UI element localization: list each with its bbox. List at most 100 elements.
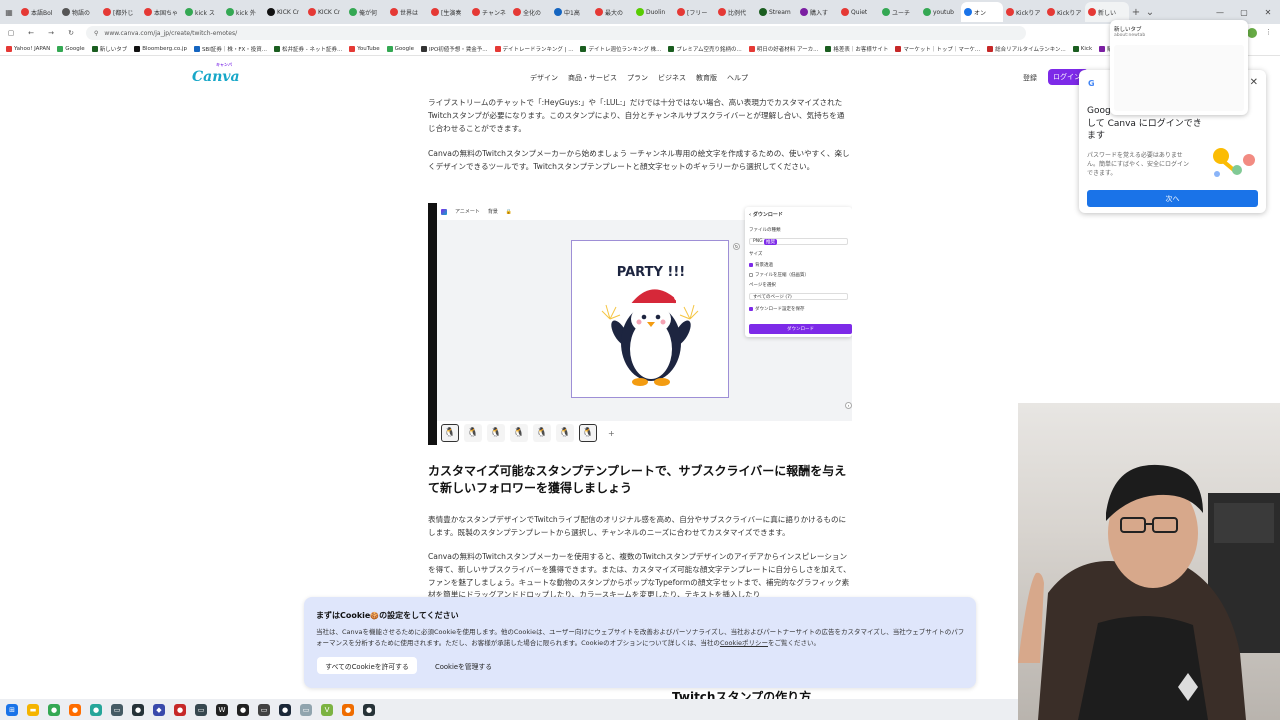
bookmark-label: マーケット｜トップ｜マーケ...	[903, 46, 981, 53]
browser-tab[interactable]: [都外じ	[100, 2, 141, 22]
browser-tab[interactable]: チャンネ	[469, 2, 510, 22]
bookmark-item[interactable]: プレミアム空売り銘柄の...	[668, 45, 742, 53]
nav-item[interactable]: プラン	[627, 73, 648, 83]
browser-tab[interactable]: kick ス	[182, 2, 223, 22]
app-icon[interactable]: ▭	[111, 703, 123, 716]
nav-item-label: 教育版	[696, 74, 717, 82]
webcam-overlay	[1018, 403, 1280, 720]
browser-tab[interactable]: KICK Cr	[264, 2, 305, 22]
tab-search-icon[interactable]: ▦	[0, 0, 18, 24]
section-heading: カスタマイズ可能なスタンプテンプレートで、サブスクライバーに報酬を与えて新しいフ…	[428, 464, 847, 495]
app-icon[interactable]: ●	[342, 703, 354, 716]
bookmark-item[interactable]: YouTube	[349, 45, 380, 52]
browser-tab[interactable]: KICK Cr	[305, 2, 346, 22]
nav-item[interactable]: デザイン	[530, 73, 558, 83]
app-icon[interactable]: ◆	[153, 703, 165, 716]
bookmark-item[interactable]: Yahoo! JAPAN	[6, 45, 50, 52]
browser-tab[interactable]: 新しい	[1085, 2, 1129, 22]
browser-tab[interactable]: 本語Bol	[18, 2, 59, 22]
site-info-icon[interactable]: ⚲	[94, 30, 98, 37]
tab-dropdown-icon[interactable]: ⌄	[1143, 7, 1157, 18]
bookmark-item[interactable]: 新しいタブ	[91, 45, 127, 53]
browser-tab[interactable]: 俺が何	[346, 2, 387, 22]
app-icon[interactable]: ●	[174, 703, 186, 716]
nav-item[interactable]: ヘルプ	[727, 73, 748, 83]
nav-item[interactable]: 教育版	[696, 73, 717, 83]
browser-tab[interactable]: 最大の	[592, 2, 633, 22]
bookmark-item[interactable]: 松井証券 - ネット証券...	[274, 45, 342, 53]
firefox-icon[interactable]: ●	[69, 703, 81, 716]
browser-tab[interactable]: Stream	[756, 2, 797, 22]
tab-favicon-icon	[923, 8, 931, 16]
cookie-policy-link[interactable]: Cookieポリシー	[720, 639, 768, 647]
nav-item-label: ビジネス	[658, 74, 686, 82]
browser-tab[interactable]: youtub	[920, 2, 961, 22]
bookmark-item[interactable]: SBI証券｜株・FX・投資...	[193, 45, 267, 53]
browser-tab[interactable]: 比例代	[715, 2, 756, 22]
browser-tab[interactable]: Quiet	[838, 2, 879, 22]
bookmark-item[interactable]: 総合リアルタイムランキン...	[987, 45, 1066, 53]
nav-item[interactable]: 商品・サービス	[568, 73, 617, 83]
browser-tab[interactable]: Kickりア	[1003, 2, 1044, 22]
bookmark-item[interactable]: 格差表｜お客様サイト	[825, 45, 888, 53]
bookmark-item[interactable]: Google	[57, 45, 85, 52]
start-icon[interactable]: ⊞	[6, 703, 18, 716]
tab-title: 世界は	[400, 9, 419, 17]
browser-tab[interactable]: ユーチ	[879, 2, 920, 22]
app-icon[interactable]: W	[216, 703, 228, 716]
browser-tab[interactable]: 全化の	[510, 2, 551, 22]
nav-item[interactable]: ビジネス	[658, 73, 686, 83]
tab-title: Kickりア	[1016, 9, 1041, 17]
bookmark-item[interactable]: マーケット｜トップ｜マーケ...	[895, 45, 980, 53]
tab-favicon-icon	[226, 8, 234, 16]
signup-link[interactable]: 登録	[1023, 73, 1037, 83]
edge-icon[interactable]: ●	[90, 703, 102, 716]
manage-cookies-button[interactable]: Cookieを管理する	[426, 657, 501, 674]
address-bar[interactable]: ⚲ www.canva.com/ja_jp/create/twitch-emot…	[86, 26, 1026, 40]
canva-logo[interactable]: Canva キャンバ	[192, 62, 240, 85]
bookmark-item[interactable]: Google	[386, 45, 414, 52]
close-icon[interactable]: ✕	[1250, 77, 1258, 88]
new-tab-button[interactable]: +	[1129, 7, 1143, 18]
steam-icon[interactable]: ●	[279, 703, 291, 716]
browser-tab[interactable]: オン	[961, 2, 1003, 22]
close-window-icon[interactable]: ✕	[1256, 0, 1280, 24]
browser-tab[interactable]: Kickりア	[1044, 2, 1085, 22]
forward-icon[interactable]: →	[46, 29, 56, 37]
browser-tab[interactable]: 中1高	[551, 2, 592, 22]
app-icon[interactable]: V	[321, 703, 333, 716]
menu-icon[interactable]: ⋮	[1265, 28, 1272, 38]
browser-tab[interactable]: kick 外	[223, 2, 264, 22]
size-label: サイズ	[749, 252, 763, 257]
bookmark-item[interactable]: Kick	[1072, 45, 1092, 52]
sidebar-toggle-icon[interactable]: ▢	[6, 29, 16, 37]
browser-tab[interactable]: 物語の	[59, 2, 100, 22]
bookmark-item[interactable]: IPO初値予想・賃金予...	[421, 45, 488, 53]
browser-tab[interactable]: 購入す	[797, 2, 838, 22]
browser-tab[interactable]: [生演奏	[428, 2, 469, 22]
app-icon[interactable]: ●	[132, 703, 144, 716]
back-icon[interactable]: ←	[26, 29, 36, 37]
browser-tab[interactable]: Duolin	[633, 2, 674, 22]
tab-title: Stream	[769, 8, 791, 16]
browser-tab[interactable]: [フリー	[674, 2, 715, 22]
bookmark-label: Bloomberg.co.jp	[142, 45, 187, 52]
streamer-figure	[1018, 464, 1280, 720]
next-button[interactable]: 次へ	[1087, 190, 1258, 207]
bookmark-item[interactable]: 明日の好者材料 アーカ...	[748, 45, 818, 53]
steam-icon[interactable]: ●	[363, 703, 375, 716]
bookmark-item[interactable]: Bloomberg.co.jp	[134, 45, 187, 52]
profile-avatar[interactable]	[1247, 28, 1257, 38]
accept-all-cookies-button[interactable]: すべてのCookieを許可する	[317, 657, 417, 674]
reload-icon[interactable]: ↻	[66, 29, 76, 37]
browser-tab[interactable]: 本国ちゃ	[141, 2, 182, 22]
chrome-icon[interactable]: ●	[48, 703, 60, 716]
file-explorer-icon[interactable]: ▬	[27, 703, 39, 716]
app-icon[interactable]: ▭	[258, 703, 270, 716]
app-icon[interactable]: ▭	[300, 703, 312, 716]
terminal-icon[interactable]: ▭	[195, 703, 207, 716]
bookmark-item[interactable]: デイトレ週位ランキング 株...	[580, 45, 661, 53]
obs-icon[interactable]: ●	[237, 703, 249, 716]
browser-tab[interactable]: 世界は	[387, 2, 428, 22]
bookmark-item[interactable]: デイトレードランキング | ...	[494, 45, 573, 53]
